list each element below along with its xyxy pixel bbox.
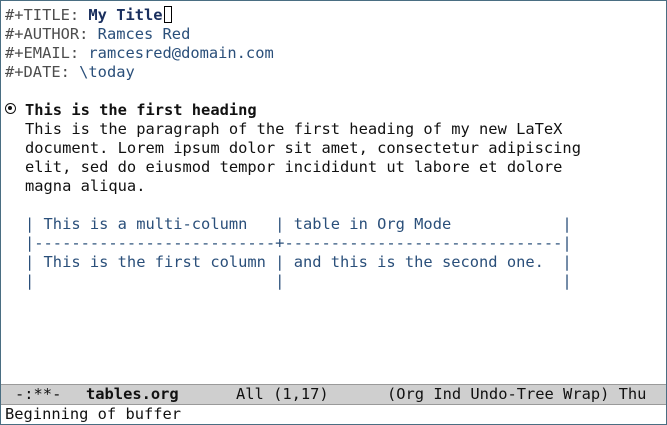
author-keyword: #+AUTHOR: [5,25,98,43]
paragraph-line[interactable]: document. Lorem ipsum dolor sit amet, co… [25,139,581,158]
date-keyword: #+DATE: [5,63,80,81]
date-value[interactable]: \today [79,63,135,81]
text-cursor [163,6,172,23]
mode-line[interactable]: -:**- tables.org All (1,17) (Org Ind Und… [1,384,666,405]
org-buffer[interactable]: #+TITLE: My Title #+AUTHOR: Ramces Red #… [1,1,666,384]
author-value[interactable]: Ramces Red [98,25,191,43]
paragraph-line[interactable]: magna aliqua. [25,177,145,196]
paragraph-line[interactable]: elit, sed do eiusmod tempor incididunt u… [25,158,562,177]
date-keyword-line[interactable]: #+DATE: \today [5,63,135,82]
title-keyword: #+TITLE: [5,6,89,24]
table-row[interactable]: | | | [25,272,572,291]
emacs-frame: #+TITLE: My Title #+AUTHOR: Ramces Red #… [0,0,667,425]
modeline-status: -:**- [15,385,62,403]
paragraph-line[interactable]: This is the paragraph of the first headi… [25,120,562,139]
modeline-modes[interactable]: (Org Ind Undo-Tree Wrap) Thu [387,385,646,404]
table-separator[interactable]: |--------------------------+------------… [25,234,572,253]
table-row[interactable]: | This is a multi-column | table in Org … [25,215,572,234]
title-keyword-line[interactable]: #+TITLE: My Title [5,6,172,25]
email-keyword-line[interactable]: #+EMAIL: ramcesred@domain.com [5,44,274,63]
echo-area: Beginning of buffer [5,405,182,423]
table-row[interactable]: | This is the first column | and this is… [25,253,572,272]
modeline-buffer-name[interactable]: tables.org [86,385,179,404]
email-keyword: #+EMAIL: [5,44,89,62]
modeline-position: All (1,17) [236,385,329,403]
org-heading[interactable]: This is the first heading [25,101,257,120]
title-value[interactable]: My Title [88,6,162,24]
email-value[interactable]: ramcesred@domain.com [88,44,273,62]
emacs-window: #+TITLE: My Title #+AUTHOR: Ramces Red #… [1,1,666,424]
author-keyword-line[interactable]: #+AUTHOR: Ramces Red [5,25,190,44]
heading-bullet-icon[interactable] [5,103,16,114]
